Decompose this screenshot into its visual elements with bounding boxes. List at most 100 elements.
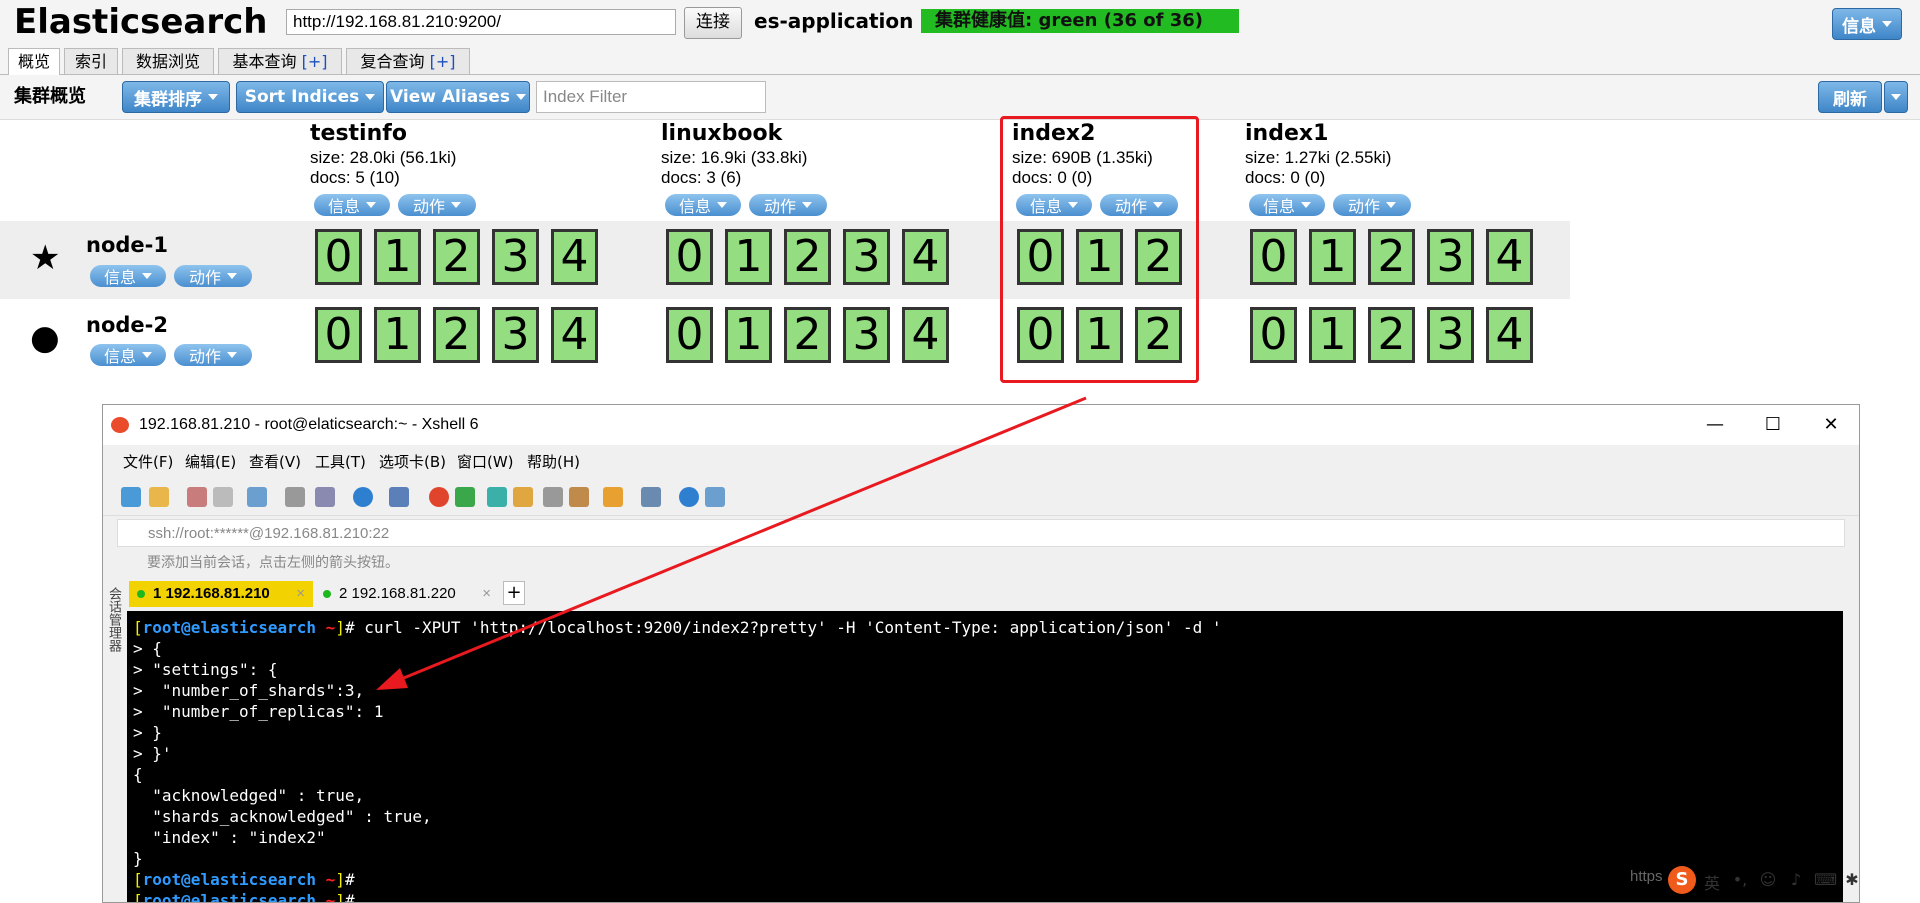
shard[interactable]: 4 (1486, 307, 1533, 363)
lock-icon[interactable] (513, 487, 533, 507)
close-icon[interactable]: ✕ (1803, 405, 1859, 445)
menu-window[interactable]: 窗口(W) (457, 445, 514, 479)
emoji-icon[interactable]: ☺ (1758, 870, 1778, 890)
shard[interactable]: 1 (374, 229, 421, 285)
minimize-icon[interactable]: — (1687, 405, 1743, 445)
font-icon[interactable] (389, 487, 409, 507)
keyboard-icon[interactable]: ⌨ (1814, 870, 1837, 890)
help-icon[interactable] (679, 487, 699, 507)
refresh-button[interactable]: 刷新 (1818, 81, 1882, 113)
copy-icon[interactable] (315, 487, 335, 507)
globe-icon[interactable] (353, 487, 373, 507)
shard[interactable]: 3 (492, 307, 539, 363)
shard[interactable]: 4 (902, 229, 949, 285)
shard[interactable]: 1 (725, 307, 772, 363)
menu-tabs[interactable]: 选项卡(B) (379, 445, 446, 479)
terminal-scrollbar[interactable] (1843, 611, 1859, 902)
add-folder-icon[interactable] (603, 487, 623, 507)
chat-icon[interactable] (705, 487, 725, 507)
add-tab-button[interactable]: + (503, 581, 525, 605)
session-tab-1[interactable]: 1 192.168.81.210 × (129, 581, 313, 607)
shard[interactable]: 0 (1250, 229, 1297, 285)
properties-icon[interactable] (247, 487, 267, 507)
tab-indices[interactable]: 索引 (64, 48, 118, 74)
shard[interactable]: 0 (315, 307, 362, 363)
fullscreen-icon[interactable] (487, 487, 507, 507)
punctuation-icon[interactable]: •, (1730, 870, 1750, 890)
close-icon[interactable]: × (482, 581, 491, 607)
shard[interactable]: 4 (551, 229, 598, 285)
index-action-button[interactable]: 动作 (1333, 194, 1411, 216)
menu-file[interactable]: 文件(F) (123, 445, 173, 479)
terminal-output[interactable]: [root@elasticsearch ~]# curl -XPUT 'http… (127, 611, 1843, 902)
url-input[interactable]: http://192.168.81.210:9200/ (286, 9, 676, 35)
shard[interactable]: 0 (666, 307, 713, 363)
shard[interactable]: 4 (1486, 229, 1533, 285)
xshell-icon[interactable] (429, 487, 449, 507)
refresh-dropdown-button[interactable] (1884, 81, 1908, 113)
shard[interactable]: 3 (492, 229, 539, 285)
shard[interactable]: 0 (1250, 307, 1297, 363)
shard[interactable]: 4 (551, 307, 598, 363)
shard[interactable]: 4 (902, 307, 949, 363)
index-info-button[interactable]: 信息 (314, 194, 390, 216)
tab-overview[interactable]: 概览 (8, 48, 60, 75)
xftp-icon[interactable] (455, 487, 475, 507)
ime-language[interactable]: 英 (1702, 870, 1722, 893)
connect-icon[interactable] (187, 487, 207, 507)
index-info-button[interactable]: 信息 (665, 194, 741, 216)
maximize-icon[interactable]: ☐ (1745, 405, 1801, 445)
view-aliases-button[interactable]: View Aliases (386, 81, 530, 113)
shard[interactable]: 1 (1309, 307, 1356, 363)
shard[interactable]: 2 (433, 307, 480, 363)
shard[interactable]: 2 (784, 307, 831, 363)
compose-icon[interactable] (569, 487, 589, 507)
menu-edit[interactable]: 编辑(E) (185, 445, 236, 479)
node-info-button[interactable]: 信息 (90, 344, 166, 366)
info-menu-button[interactable]: 信息 (1832, 8, 1902, 40)
shard[interactable]: 2 (784, 229, 831, 285)
add-tab-link[interactable]: [+] (302, 52, 328, 71)
shard[interactable]: 0 (315, 229, 362, 285)
session-address-bar[interactable]: ssh://root:******@192.168.81.210:22 (117, 519, 1845, 547)
shard[interactable]: 3 (1427, 229, 1474, 285)
add-tab-link[interactable]: [+] (430, 52, 456, 71)
shard[interactable]: 2 (433, 229, 480, 285)
shard[interactable]: 1 (1309, 229, 1356, 285)
sogou-ime-icon[interactable]: S (1668, 866, 1696, 894)
shard[interactable]: 2 (1368, 229, 1415, 285)
shard[interactable]: 2 (1368, 307, 1415, 363)
index-action-button[interactable]: 动作 (749, 194, 827, 216)
sort-cluster-button[interactable]: 集群排序 (122, 81, 230, 113)
open-folder-icon[interactable] (149, 487, 169, 507)
shard[interactable]: 3 (1427, 307, 1474, 363)
index-filter-input[interactable]: Index Filter (536, 81, 766, 113)
menu-help[interactable]: 帮助(H) (527, 445, 580, 479)
disconnect-icon[interactable] (213, 487, 233, 507)
node-action-button[interactable]: 动作 (174, 344, 252, 366)
microphone-icon[interactable]: ♪ (1786, 870, 1806, 890)
index-action-button[interactable]: 动作 (398, 194, 476, 216)
index-info-button[interactable]: 信息 (1249, 194, 1325, 216)
node-info-button[interactable]: 信息 (90, 265, 166, 287)
shard[interactable]: 0 (666, 229, 713, 285)
shard[interactable]: 3 (843, 307, 890, 363)
session-manager-tab[interactable]: 会话管理器 (103, 579, 123, 659)
new-session-icon[interactable] (121, 487, 141, 507)
connect-button[interactable]: 连接 (684, 7, 742, 39)
sort-indices-button[interactable]: Sort Indices (236, 81, 384, 113)
shard[interactable]: 1 (374, 307, 421, 363)
tab-browser[interactable]: 数据浏览 (122, 48, 214, 74)
skin-icon[interactable]: ✱ (1842, 870, 1862, 890)
keyboard-icon[interactable] (543, 487, 563, 507)
tab-basic-query[interactable]: 基本查询 [+] (218, 48, 342, 74)
menu-view[interactable]: 查看(V) (249, 445, 301, 479)
node-action-button[interactable]: 动作 (174, 265, 252, 287)
layout-icon[interactable] (641, 487, 661, 507)
shard[interactable]: 3 (843, 229, 890, 285)
menu-tools[interactable]: 工具(T) (315, 445, 366, 479)
close-icon[interactable]: × (296, 581, 305, 607)
search-icon[interactable] (285, 487, 305, 507)
tab-compound-query[interactable]: 复合查询 [+] (346, 48, 470, 74)
shard[interactable]: 1 (725, 229, 772, 285)
